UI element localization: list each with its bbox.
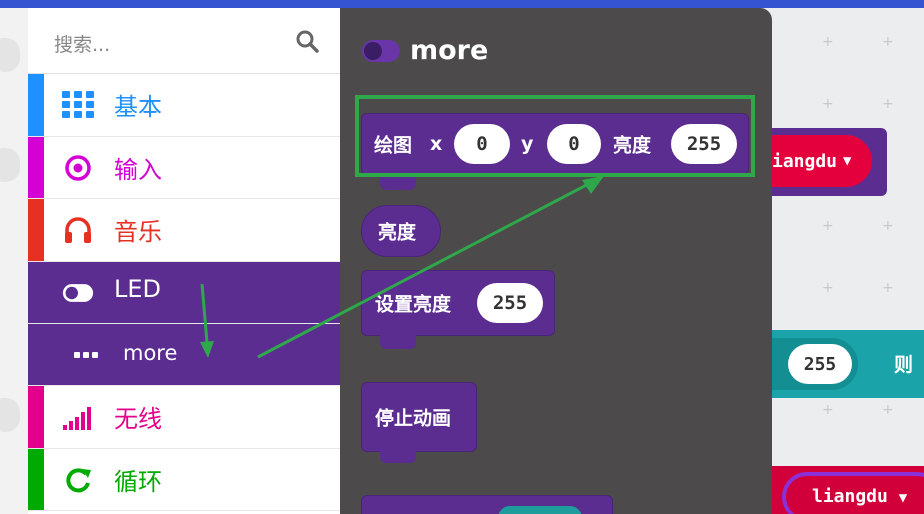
- category-label: LED: [114, 274, 162, 303]
- category-label: 循环: [114, 467, 162, 496]
- partial-slot: [498, 506, 582, 514]
- workspace-block-partial[interactable]: liangdu ▼: [772, 466, 924, 514]
- grid-icon: [62, 91, 94, 118]
- value-input[interactable]: 255: [788, 344, 852, 384]
- edge-shape: [0, 148, 20, 182]
- chevron-down-icon: ▼: [898, 490, 908, 506]
- set-brightness-block[interactable]: 设置亮度 255: [361, 270, 555, 336]
- then-label: 则: [894, 354, 914, 376]
- top-bar: [0, 0, 924, 8]
- category-label: 音乐: [114, 218, 162, 246]
- headphones-icon: [65, 217, 91, 243]
- category-loops[interactable]: 循环: [28, 448, 340, 511]
- edge-shape: [0, 398, 20, 432]
- variable-name: liangdu: [812, 486, 888, 507]
- more-dots-icon: [74, 352, 98, 358]
- workspace-if-block[interactable]: 255 则: [772, 330, 924, 398]
- search-icon[interactable]: [294, 28, 320, 54]
- variable-dropdown[interactable]: liangdu ▼: [782, 472, 924, 514]
- chevron-down-icon: ▼: [843, 153, 852, 169]
- block-notch: [380, 451, 416, 463]
- category-label: 输入: [114, 155, 162, 184]
- highlight-box: [355, 95, 755, 177]
- search-input[interactable]: 搜索...: [54, 30, 110, 57]
- condition-slot: 255: [772, 338, 858, 390]
- category-music[interactable]: 音乐: [28, 199, 340, 262]
- edge-shape: [0, 38, 20, 72]
- block-label: 设置亮度: [375, 293, 452, 316]
- signal-bars-icon: [63, 407, 91, 430]
- category-color-bar: [28, 386, 44, 448]
- brightness-value-input[interactable]: 255: [477, 283, 543, 323]
- category-color-bar: [28, 136, 44, 198]
- search-box[interactable]: 搜索...: [28, 8, 340, 74]
- block-label: 停止动画: [375, 407, 452, 430]
- category-color-bar: [28, 74, 44, 136]
- category-label: 基本: [114, 93, 162, 121]
- category-led-more[interactable]: more: [28, 324, 340, 386]
- toggle-icon: [362, 40, 400, 62]
- refresh-icon: [66, 467, 91, 492]
- workspace-block[interactable]: iangdu ▼: [772, 128, 887, 196]
- category-color-bar: [28, 199, 44, 261]
- category-led[interactable]: LED: [28, 261, 340, 324]
- toolbox: 搜索... 基本 输入 音乐 LED more 无线 循环: [28, 8, 340, 514]
- category-label: 无线: [114, 405, 162, 433]
- category-radio[interactable]: 无线: [28, 386, 340, 449]
- flyout-title: more: [410, 35, 489, 66]
- partial-block[interactable]: [361, 495, 613, 514]
- variable-dropdown[interactable]: iangdu ▼: [772, 135, 872, 187]
- variable-name: iangdu: [772, 150, 838, 172]
- category-color-bar: [28, 448, 44, 510]
- workspace: + + + + + + + + + +: [772, 8, 924, 514]
- category-label: more: [123, 341, 178, 365]
- left-edge-panel: [0, 8, 28, 514]
- stop-animation-block[interactable]: 停止动画: [361, 382, 477, 452]
- toggle-icon: [62, 283, 94, 302]
- block-label: 亮度: [378, 221, 417, 244]
- category-input[interactable]: 输入: [28, 136, 340, 199]
- block-notch: [380, 335, 416, 349]
- brightness-reporter-block[interactable]: 亮度: [361, 205, 441, 257]
- category-basic[interactable]: 基本: [28, 74, 340, 137]
- radio-button-icon: [65, 154, 91, 181]
